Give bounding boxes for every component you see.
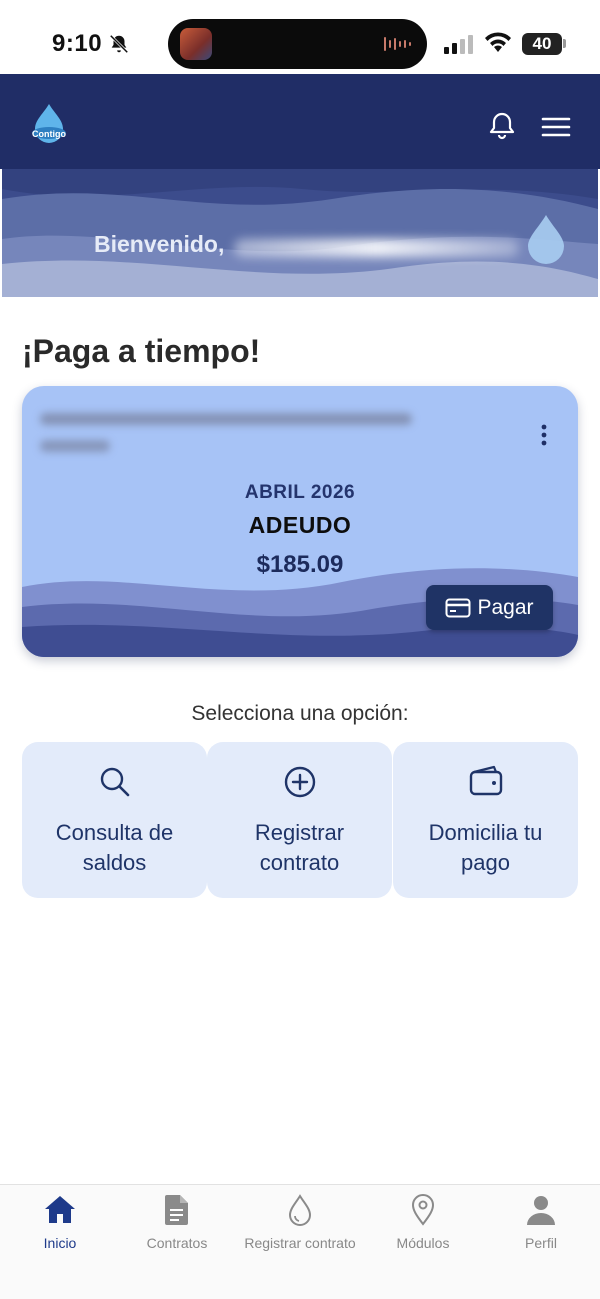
pay-button[interactable]: Pagar	[426, 585, 553, 630]
logo-drop-icon[interactable]: Contigo	[27, 102, 71, 146]
option-label-line1: Registrar	[254, 820, 345, 845]
nav-item-registrar-contrato[interactable]: Registrar contrato	[240, 1193, 360, 1263]
debt-card: ABRIL 2026 ADEUDO $185.09 Pagar	[22, 386, 578, 657]
banner-waves	[2, 169, 598, 297]
battery-icon: 40	[522, 33, 562, 55]
app-thumbnail-icon	[180, 28, 212, 60]
document-icon	[165, 1195, 188, 1225]
nav-label: Módulos	[396, 1235, 450, 1251]
bell-slash-icon	[109, 34, 129, 54]
option-label-line1: Consulta de	[55, 820, 174, 845]
contract-number-redacted	[40, 440, 110, 452]
menu-icon[interactable]	[540, 114, 572, 140]
option-label: Consulta de saldos	[22, 818, 207, 878]
credit-card-icon	[445, 598, 471, 617]
nav-item-contratos[interactable]: Contratos	[117, 1193, 237, 1263]
option-label-line2: contrato	[259, 850, 340, 875]
nav-label: Perfil	[525, 1235, 557, 1251]
option-consulta-saldos[interactable]: Consulta de saldos	[22, 742, 207, 898]
billing-month: ABRIL 2026	[244, 482, 356, 503]
wallet-icon	[469, 765, 502, 796]
options-grid: Consulta de saldos Registrar contrato Do…	[22, 742, 578, 898]
nav-label: Registrar contrato	[244, 1235, 356, 1251]
option-label-line1: Domicilia tu	[428, 820, 543, 845]
bell-icon[interactable]	[486, 110, 518, 142]
debt-amount: $185.09	[256, 551, 344, 578]
battery-tip	[563, 39, 566, 48]
audio-wave-icon	[384, 37, 411, 51]
nav-item-inicio[interactable]: Inicio	[0, 1193, 120, 1263]
logo-text: Contigo	[32, 129, 66, 139]
option-domicilia-pago[interactable]: Domicilia tu pago	[393, 742, 578, 898]
option-label-line2: pago	[461, 850, 510, 875]
welcome-greeting: Bienvenido,	[94, 231, 225, 257]
status-time: 9:10	[52, 30, 103, 57]
contract-address-redacted	[40, 413, 412, 425]
options-label: Selecciona una opción:	[191, 702, 409, 725]
kebab-menu-icon[interactable]	[534, 422, 554, 448]
water-drop-icon	[288, 1194, 312, 1226]
user-name-redacted	[234, 239, 519, 257]
bottom-nav: Inicio Contratos Registrar contrato Módu…	[0, 1184, 600, 1299]
dynamic-island	[168, 19, 427, 69]
search-icon	[100, 767, 129, 797]
nav-item-perfil[interactable]: Perfil	[481, 1193, 600, 1263]
wifi-icon	[485, 32, 511, 52]
welcome-banner: Bienvenido,	[2, 169, 598, 297]
option-label: Domicilia tu pago	[393, 818, 578, 878]
nav-label: Inicio	[43, 1235, 77, 1251]
debt-status: ADEUDO	[248, 512, 352, 538]
home-icon	[45, 1196, 75, 1223]
map-pin-icon	[411, 1194, 435, 1226]
signal-icon	[444, 35, 473, 54]
option-label-line2: saldos	[82, 850, 147, 875]
status-bar: 9:10 40	[0, 0, 600, 74]
option-registrar-contrato[interactable]: Registrar contrato	[207, 742, 392, 898]
app-header: Contigo	[0, 74, 600, 169]
option-label: Registrar contrato	[207, 818, 392, 878]
nav-label: Contratos	[146, 1235, 208, 1251]
user-icon	[527, 1196, 555, 1225]
plus-circle-icon	[284, 766, 315, 798]
pay-button-label: Pagar	[477, 595, 534, 619]
section-title: ¡Paga a tiempo!	[22, 333, 261, 369]
water-drop-icon	[528, 215, 564, 264]
nav-item-modulos[interactable]: Módulos	[363, 1193, 483, 1263]
